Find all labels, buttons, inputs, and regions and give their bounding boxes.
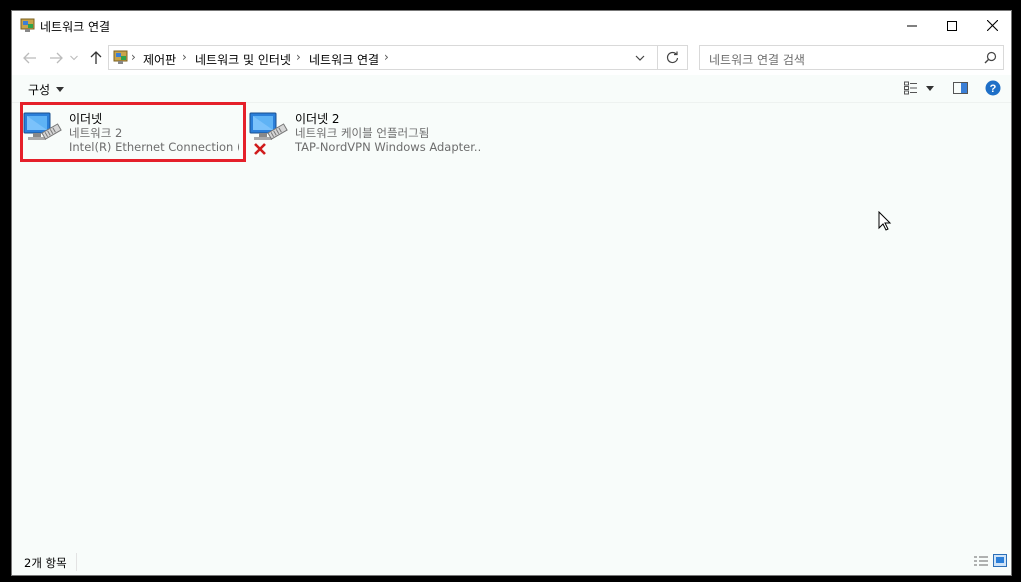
search-placeholder[interactable]: 네트워크 연결 검색 — [709, 51, 805, 68]
title-bar: 네트워크 연결 — [12, 11, 1011, 41]
network-adapter-icon — [23, 112, 62, 140]
search-icon[interactable] — [984, 51, 997, 64]
item-count: 2개 항목 — [24, 556, 67, 570]
recent-locations-button[interactable] — [68, 49, 80, 67]
connections-list: 이더넷 네트워크 2 Intel(R) Ethernet Connection … — [12, 103, 1011, 549]
network-connections-icon — [20, 18, 35, 32]
caret-down-icon — [56, 87, 65, 92]
organize-label: 구성 — [28, 83, 51, 97]
up-button[interactable] — [86, 49, 106, 67]
explorer-window: 네트워크 연결 › 제어판 › 네트워크 및 인터넷 › 네트워크 연결 › 네… — [11, 10, 1012, 576]
minimize-button[interactable] — [890, 11, 934, 40]
help-icon: ? — [985, 80, 1001, 96]
help-button[interactable]: ? — [985, 80, 1001, 99]
window-title: 네트워크 연결 — [40, 20, 111, 34]
close-icon — [986, 20, 998, 31]
preview-pane-icon — [953, 82, 968, 94]
breadcrumb-separator-icon: › — [131, 50, 136, 64]
details-view-icon — [974, 556, 988, 566]
organize-button[interactable]: 구성 — [28, 81, 65, 98]
back-button[interactable] — [20, 49, 40, 67]
mouse-cursor-icon — [878, 211, 892, 231]
refresh-button[interactable] — [666, 50, 679, 67]
breadcrumb-network-and-internet[interactable]: 네트워크 및 인터넷 — [195, 51, 291, 68]
connection-network: 네트워크 케이블 언플러그됨 — [295, 126, 430, 140]
address-bar[interactable]: › 제어판 › 네트워크 및 인터넷 › 네트워크 연결 › — [108, 45, 688, 70]
address-dropdown-button[interactable] — [635, 51, 645, 65]
chevron-down-icon — [635, 55, 645, 61]
connection-item-ethernet[interactable]: 이더넷 네트워크 2 Intel(R) Ethernet Connection … — [14, 103, 239, 163]
chevron-down-icon — [70, 55, 78, 61]
large-icons-view-icon — [993, 554, 1007, 567]
breadcrumb-control-panel[interactable]: 제어판 — [143, 51, 176, 68]
status-divider — [76, 553, 77, 571]
preview-pane-button[interactable] — [953, 82, 968, 97]
navigation-bar: › 제어판 › 네트워크 및 인터넷 › 네트워크 연결 › 네트워크 연결 검… — [12, 41, 1011, 75]
close-button[interactable] — [970, 11, 1014, 40]
details-view-toggle[interactable] — [974, 555, 988, 570]
status-bar: 2개 항목 — [12, 549, 1011, 575]
search-box[interactable]: 네트워크 연결 검색 — [699, 45, 1004, 70]
details-view-icon — [904, 81, 917, 95]
large-icons-view-toggle[interactable] — [993, 554, 1007, 570]
connection-adapter: Intel(R) Ethernet Connection (17)... — [69, 140, 239, 154]
breadcrumb-network-connections[interactable]: 네트워크 연결 — [309, 51, 379, 68]
refresh-icon — [666, 51, 679, 64]
maximize-button[interactable] — [930, 11, 974, 40]
control-panel-icon — [113, 50, 128, 64]
change-view-button[interactable] — [904, 81, 934, 95]
address-divider — [657, 46, 658, 69]
disconnected-x-icon — [254, 143, 266, 155]
breadcrumb-separator-icon[interactable]: › — [182, 50, 187, 64]
connection-item-ethernet-2[interactable]: 이더넷 2 네트워크 케이블 언플러그됨 TAP-NordVPN Windows… — [240, 103, 480, 163]
back-arrow-icon — [23, 52, 36, 64]
svg-text:?: ? — [990, 83, 997, 95]
caret-down-icon — [926, 85, 934, 91]
forward-arrow-icon — [50, 52, 63, 64]
maximize-icon — [947, 20, 957, 31]
breadcrumb-separator-icon[interactable]: › — [296, 50, 301, 64]
forward-button[interactable] — [46, 49, 66, 67]
breadcrumb-separator-icon[interactable]: › — [384, 50, 389, 64]
minimize-icon — [907, 25, 917, 26]
connection-network: 네트워크 2 — [69, 126, 123, 140]
command-bar: 구성 ? — [12, 75, 1011, 103]
connection-adapter: TAP-NordVPN Windows Adapter... — [295, 140, 480, 154]
up-arrow-icon — [90, 51, 102, 64]
